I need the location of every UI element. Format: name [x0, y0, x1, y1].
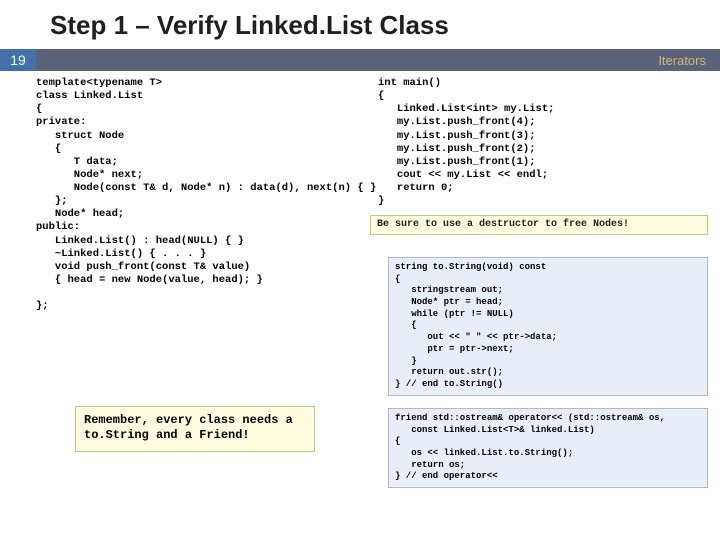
content-area: template<typename T> class Linked.List {…	[0, 71, 720, 313]
page-number: 19	[0, 49, 36, 71]
operator-code-box: friend std::ostream& operator<< (std::os…	[388, 408, 708, 488]
slide-title: Step 1 – Verify Linked.List Class	[0, 0, 720, 49]
tostring-code-box: string to.String(void) const { stringstr…	[388, 257, 708, 396]
code-left-class-def: template<typename T> class Linked.List {…	[36, 77, 376, 313]
destructor-note: Be sure to use a destructor to free Node…	[370, 215, 708, 235]
header-bar: 19 Iterators	[0, 49, 720, 71]
code-right-main: int main() { Linked.List<int> my.List; m…	[378, 77, 554, 208]
remember-note: Remember, every class needs a to.String …	[75, 406, 315, 452]
section-label: Iterators	[36, 49, 720, 71]
